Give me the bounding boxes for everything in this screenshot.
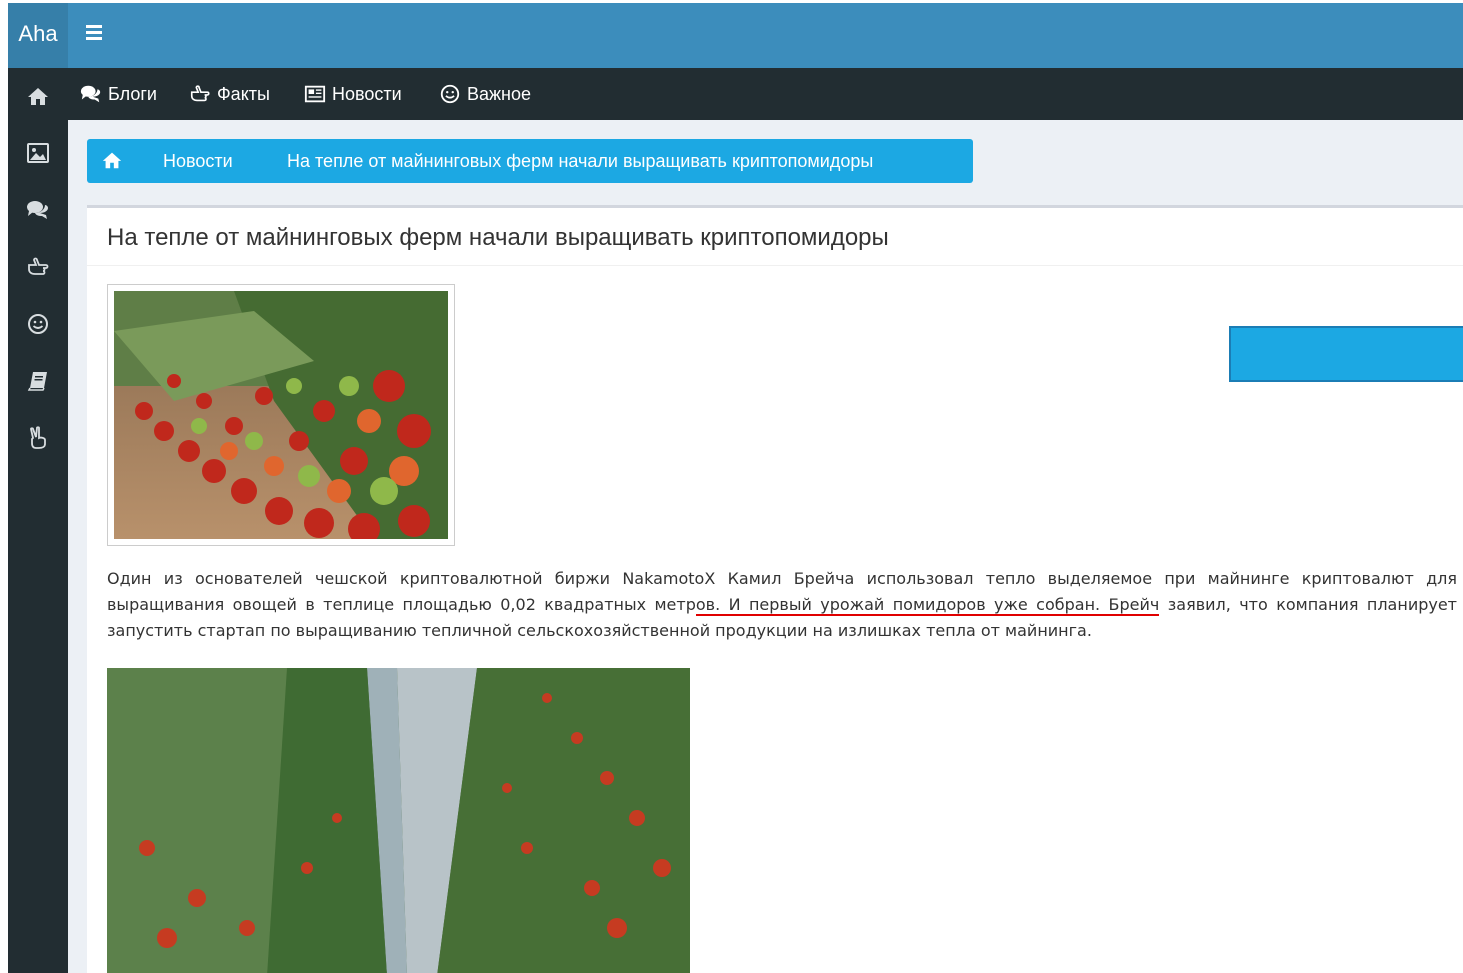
article-card: На тепле от майнинговых ферм начали выра… xyxy=(87,205,1463,973)
breadcrumb-section[interactable]: Новости xyxy=(163,139,233,183)
article-photo-greenhouse[interactable] xyxy=(107,668,690,973)
hand-point-icon xyxy=(190,85,210,102)
hand-point-icon[interactable] xyxy=(26,255,50,279)
smile-icon xyxy=(440,84,460,104)
nav-label: Блоги xyxy=(108,84,157,104)
home-icon[interactable] xyxy=(101,149,123,171)
nav-label: Новости xyxy=(332,84,402,104)
site-logo[interactable]: Aha xyxy=(8,3,68,68)
article-photo-tomatoes[interactable] xyxy=(107,284,455,546)
sidebar xyxy=(8,68,68,973)
nav-item-important[interactable]: Важное xyxy=(439,68,531,120)
menu-toggle-icon[interactable] xyxy=(86,25,102,41)
nav-label: Важное xyxy=(467,84,532,104)
article-paragraph: Один из основателей чешской криптовалютн… xyxy=(107,566,1457,644)
nav-item-blogs[interactable]: Блоги xyxy=(80,68,157,120)
top-header: Aha xyxy=(8,3,1463,68)
breadcrumb: Новости На тепле от майнинговых ферм нач… xyxy=(87,139,973,183)
nav-item-facts[interactable]: Факты xyxy=(189,68,270,120)
peace-hand-icon[interactable] xyxy=(26,426,50,450)
book-icon[interactable] xyxy=(26,369,50,393)
breadcrumb-current[interactable]: На тепле от майнинговых ферм начали выра… xyxy=(287,139,873,183)
article-title: На тепле от майнинговых ферм начали выра… xyxy=(107,224,889,251)
left-edge xyxy=(0,0,8,973)
nav-item-news[interactable]: Новости xyxy=(304,68,402,120)
underlined-text: ов. И первый урожай помидоров уже собран… xyxy=(695,595,1160,616)
divider xyxy=(87,265,1463,266)
comments-icon[interactable] xyxy=(26,198,50,222)
nav-label: Факты xyxy=(217,84,270,104)
top-nav: Блоги Факты Новости Важное xyxy=(68,68,1463,120)
smile-icon[interactable] xyxy=(26,312,50,336)
newspaper-icon xyxy=(304,85,326,103)
banner-placeholder[interactable] xyxy=(1229,326,1463,382)
comments-icon xyxy=(80,85,101,103)
home-icon[interactable] xyxy=(26,84,50,108)
image-icon[interactable] xyxy=(26,141,50,165)
